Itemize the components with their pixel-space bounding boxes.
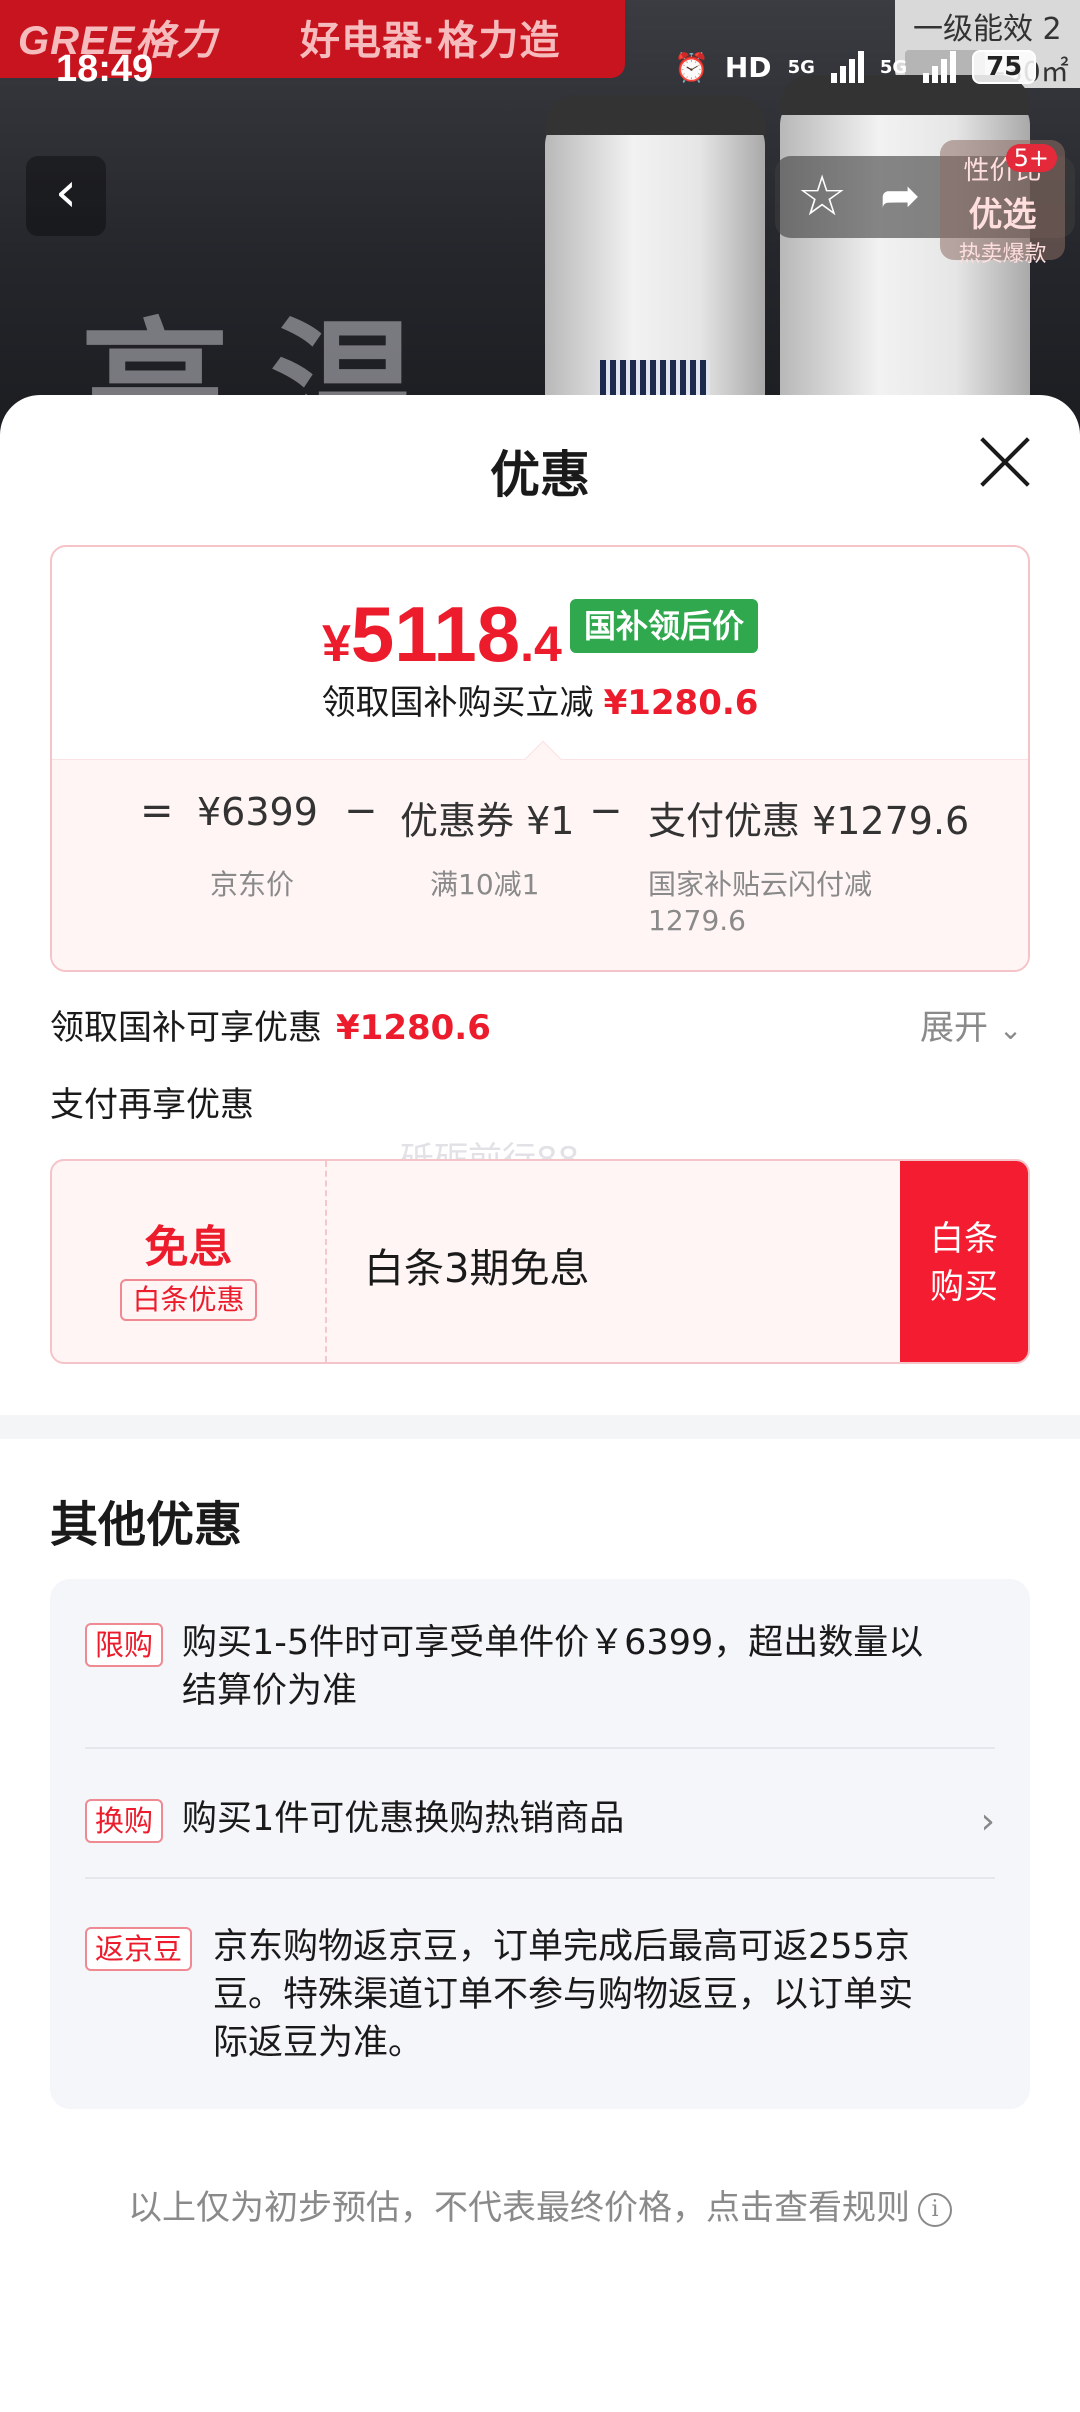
price-summary-card: ¥5118.4 国补领后价 领取国补购买立减 ¥1280.6 = ¥6399 京东… <box>50 545 1030 972</box>
promo-text-line1: 购买1-5件时可享受单件价￥6399，超出数量以 <box>182 1623 924 1663</box>
pay-discount-label-line2: 1279.6 <box>648 904 746 937</box>
status-icons: ⏰ HD 5G 5G 75 <box>674 50 1037 84</box>
jd-price-value: ¥6399 <box>197 790 318 834</box>
promo-text-line1: 购买1件可优惠换购热销商品 <box>182 1799 625 1839</box>
divider <box>85 1877 995 1879</box>
divider <box>85 1747 995 1749</box>
baitiao-tag: 白条优惠 <box>120 1279 257 1321</box>
sheet-title: 优惠 <box>490 446 590 504</box>
promo-tag: 返京豆 <box>85 1927 193 1971</box>
subsidy-row: 领取国补可享优惠 ¥1280.6 <box>50 1000 491 1049</box>
badge-line3: 热卖爆款 <box>958 242 1047 267</box>
save-amount: ¥1280.6 <box>603 683 759 723</box>
coupon-label: 满10减1 <box>430 868 540 901</box>
baitiao-buy-button[interactable]: 白条 购买 <box>900 1161 1028 1362</box>
pay-discount-label-line1: 国家补贴云闪付减 <box>648 868 873 901</box>
interest-free-label: 免息 <box>144 1222 233 1273</box>
baitiao-buy-line1: 白条 <box>930 1219 998 1259</box>
final-price: ¥5118.4 <box>322 589 562 680</box>
pay-again-label: 支付再享优惠 <box>50 1085 254 1125</box>
price-breakdown: = ¥6399 京东价 − 优惠券 ¥1 满10减1 − 支付优惠 ¥1279.… <box>52 740 1028 970</box>
promo-badge[interactable]: 5+ 性价比 优选 热卖爆款 <box>940 140 1065 267</box>
save-line: 领取国补购买立减 ¥1280.6 <box>52 675 1028 724</box>
coupon-value: 优惠券 ¥1 <box>400 799 575 843</box>
list-item-exchange[interactable]: 换购 购买1件可优惠换购热销商品 › <box>85 1795 995 1851</box>
section-divider <box>0 1415 1080 1439</box>
promo-text-line3: 际返豆为准。 <box>213 2023 424 2063</box>
product-background: GREE格力 好电器·格力造 一级能效 2匹 -30㎡ 高温 18:49 ⏰ H… <box>0 0 1080 430</box>
baitiao-offer-card[interactable]: 免息 白条优惠 白条3期免息 白条 购买 <box>50 1159 1030 1364</box>
product-image-heater-left <box>545 95 765 430</box>
signal-icon-2 <box>923 51 957 83</box>
battery-icon: 75 <box>972 50 1037 84</box>
promo-text-line2: 豆。特殊渠道订单不参与购物返豆，以订单实 <box>213 1975 914 2015</box>
promo-tag: 限购 <box>85 1623 164 1667</box>
pay-discount-value: 支付优惠 ¥1279.6 <box>648 799 970 843</box>
save-label: 领取国补购买立减 <box>321 683 594 723</box>
list-item: 返京豆 京东购物返京豆，订单完成后最高可返255京 豆。特殊渠道订单不参与购物返… <box>85 1923 995 2073</box>
promo-text-line2: 结算价为准 <box>182 1671 358 1711</box>
status-time: 18:49 <box>56 48 154 90</box>
baitiao-buy-line2: 购买 <box>930 1267 998 1307</box>
hd-icon: HD <box>724 50 772 84</box>
alarm-icon: ⏰ <box>674 50 709 84</box>
minus-sign-2: − <box>589 788 623 834</box>
chevron-left-icon: ‹ <box>54 160 78 225</box>
subsidy-label: 领取国补可享优惠 <box>50 1008 322 1048</box>
subsidy-amount: ¥1280.6 <box>336 1008 491 1048</box>
chevron-right-icon: › <box>980 1801 995 1842</box>
promo-tag: 换购 <box>85 1799 164 1843</box>
info-icon: i <box>918 2192 952 2227</box>
net-5g-icon-2: 5G <box>879 56 908 78</box>
subsidy-price-tag: 国补领后价 <box>570 599 759 653</box>
minus-sign-1: − <box>344 788 378 834</box>
price-decimal: .4 <box>520 616 562 672</box>
expand-button[interactable]: 展开 ⌄ <box>920 1000 1022 1049</box>
jd-price-label: 京东价 <box>210 868 295 901</box>
list-item: 限购 购买1-5件时可享受单件价￥6399，超出数量以 结算价为准 <box>85 1619 995 1719</box>
other-promos-title: 其他优惠 <box>50 1497 243 1553</box>
equals-sign: = <box>140 788 174 834</box>
status-bar: 18:49 ⏰ HD 5G 5G 75 <box>0 40 1080 100</box>
badge-line2: 优选 <box>968 195 1037 235</box>
back-button[interactable]: ‹ <box>26 156 106 236</box>
expand-label: 展开 <box>920 1008 988 1048</box>
badge-count: 5+ <box>1005 144 1057 172</box>
price-integer: 5118 <box>350 590 521 678</box>
footer-rules-link[interactable]: 以上仅为初步预估，不代表最终价格，点击查看规则 i <box>0 2180 1080 2229</box>
other-promos-list: 限购 购买1-5件时可享受单件价￥6399，超出数量以 结算价为准 换购 购买1… <box>50 1579 1030 2109</box>
favorite-star-icon[interactable]: ☆ <box>797 164 847 229</box>
close-icon[interactable] <box>975 433 1035 493</box>
chevron-down-icon: ⌄ <box>998 1013 1023 1046</box>
footer-note-text: 以上仅为初步预估，不代表最终价格，点击查看规则 <box>128 2188 910 2228</box>
share-icon[interactable]: ➦ <box>880 168 920 224</box>
price-currency: ¥ <box>322 615 351 673</box>
baitiao-desc: 白条3期免息 <box>364 1246 590 1292</box>
net-5g-icon: 5G <box>787 56 815 78</box>
promo-text-line1: 京东购物返京豆，订单完成后最高可返255京 <box>213 1927 910 1967</box>
signal-icon <box>830 51 864 83</box>
discount-sheet: 优惠 ¥5118.4 国补领后价 领取国补购买立减 ¥1280.6 = ¥6399… <box>0 395 1080 2412</box>
